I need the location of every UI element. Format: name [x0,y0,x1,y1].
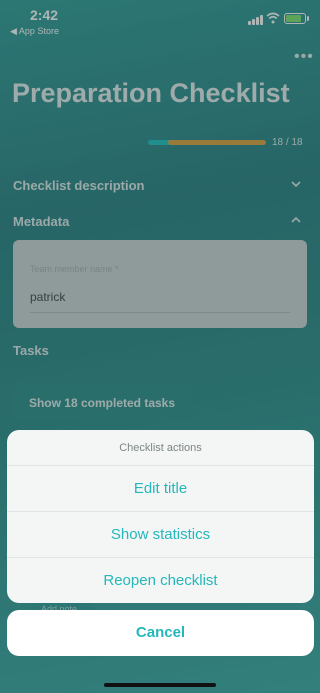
edit-title-button[interactable]: Edit title [7,465,314,511]
home-indicator[interactable] [104,683,216,687]
show-statistics-button[interactable]: Show statistics [7,511,314,557]
action-sheet-title: Checklist actions [119,442,202,454]
reopen-checklist-button[interactable]: Reopen checklist [7,557,314,603]
cancel-button[interactable]: Cancel [7,610,314,656]
action-sheet: Checklist actions Edit title Show statis… [7,430,314,603]
